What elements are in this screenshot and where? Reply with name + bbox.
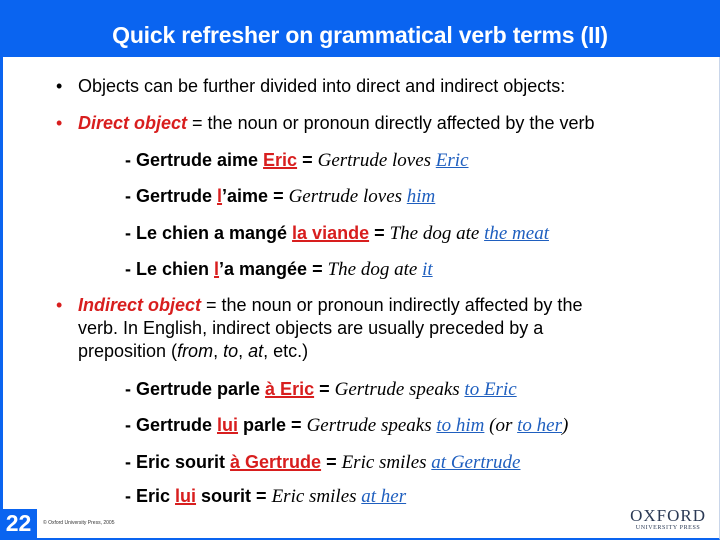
bullet-text-line-3: preposition (from, to, at, etc.): [78, 341, 308, 362]
definition: = the noun or pronoun directly affected …: [187, 113, 595, 133]
french-text: - Gertrude: [125, 186, 218, 206]
english-text: Gertrude loves: [317, 150, 436, 171]
bullet-marker: •: [56, 113, 63, 133]
french-text: - Gertrude aime: [125, 150, 264, 170]
page-number: 22: [0, 509, 37, 538]
french-object: Eric: [263, 150, 298, 170]
english-text: Eric smiles: [341, 452, 432, 473]
french-object: à Eric: [265, 379, 315, 399]
french-text: - Eric: [125, 486, 176, 506]
french-text: parle: [238, 415, 287, 435]
equals-sign: =: [314, 379, 335, 399]
logo-main-text: OXFORD: [630, 506, 706, 525]
french-text: sourit: [196, 486, 252, 506]
bullet-marker: •: [56, 76, 63, 96]
english-object: Eric: [435, 150, 469, 171]
text: preposition (: [78, 341, 178, 361]
example-indirect-2: - Gertrude lui parle = Gertrude speaks t…: [125, 415, 568, 437]
french-text: - Eric sourit: [125, 452, 231, 472]
term-direct-object: Direct object: [78, 113, 188, 133]
english-text: Gertrude speaks: [334, 379, 465, 400]
copyright-notice: © Oxford University Press, 2005: [43, 520, 115, 526]
bullet-marker: •: [56, 295, 63, 315]
definition: = the noun or pronoun indirectly affecte…: [201, 295, 583, 315]
preposition: from: [177, 341, 214, 361]
example-direct-1: - Gertrude aime Eric = Gertrude loves Er…: [125, 150, 469, 172]
english-text: Eric smiles: [271, 486, 362, 507]
french-text: ’a mangée: [219, 259, 308, 279]
english-text: (or: [484, 415, 518, 436]
equals-sign: =: [369, 223, 390, 243]
english-text: The dog ate: [389, 223, 485, 244]
french-text: - Le chien a mangé: [125, 223, 293, 243]
bullet-text: Direct object = the noun or pronoun dire…: [78, 113, 594, 134]
french-text: - Le chien: [125, 259, 215, 279]
example-direct-2: - Gertrude l’aime = Gertrude loves him: [125, 186, 435, 208]
equals-sign: =: [268, 186, 289, 206]
english-text: ): [562, 415, 569, 436]
text: ,: [238, 341, 249, 361]
equals-sign: =: [307, 259, 328, 279]
bullet-text-line-2: verb. In English, indirect objects are u…: [78, 318, 544, 338]
french-object: lui: [217, 415, 239, 435]
equals-sign: =: [286, 415, 307, 435]
example-direct-3: - Le chien a mangé la viande = The dog a…: [125, 223, 549, 245]
text: ,: [213, 341, 224, 361]
english-object: the meat: [484, 223, 549, 244]
french-object: lui: [175, 486, 197, 506]
english-object: to him: [436, 415, 485, 436]
english-object: to Eric: [464, 379, 517, 400]
english-object: at her: [361, 486, 407, 507]
equals-sign: =: [251, 486, 272, 506]
english-object: him: [406, 186, 436, 207]
slide-title: Quick refresher on grammatical verb term…: [112, 22, 608, 48]
oxford-logo: OXFORD UNIVERSITY PRESS: [630, 507, 706, 532]
english-text: The dog ate: [327, 259, 423, 280]
equals-sign: =: [297, 150, 318, 170]
example-indirect-3: - Eric sourit à Gertrude = Eric smiles a…: [125, 452, 520, 474]
term-indirect-object: Indirect object: [78, 295, 202, 315]
french-text: - Gertrude parle: [125, 379, 266, 399]
english-text: Gertrude speaks: [306, 415, 437, 436]
english-text: Gertrude loves: [288, 186, 407, 207]
english-object: at Gertrude: [431, 452, 521, 473]
bullet-text-line-1: Indirect object = the noun or pronoun in…: [78, 295, 582, 316]
preposition: at: [248, 341, 264, 361]
text: , etc.): [263, 341, 309, 361]
english-object: it: [422, 259, 433, 280]
example-direct-4: - Le chien l’a mangée = The dog ate it: [125, 259, 433, 281]
slide-header: Quick refresher on grammatical verb term…: [0, 0, 720, 57]
preposition: to: [223, 341, 239, 361]
logo-sub-text: UNIVERSITY PRESS: [635, 525, 701, 531]
bullet-text: Objects can be further divided into dire…: [78, 76, 566, 96]
french-object: à Gertrude: [230, 452, 322, 472]
french-text: - Gertrude: [125, 415, 218, 435]
example-indirect-1: - Gertrude parle à Eric = Gertrude speak…: [125, 379, 517, 401]
equals-sign: =: [321, 452, 342, 472]
french-object: la viande: [292, 223, 370, 243]
english-object: to her: [517, 415, 562, 436]
example-indirect-4: - Eric lui sourit = Eric smiles at her: [125, 486, 406, 508]
french-text: ’aime: [222, 186, 269, 206]
